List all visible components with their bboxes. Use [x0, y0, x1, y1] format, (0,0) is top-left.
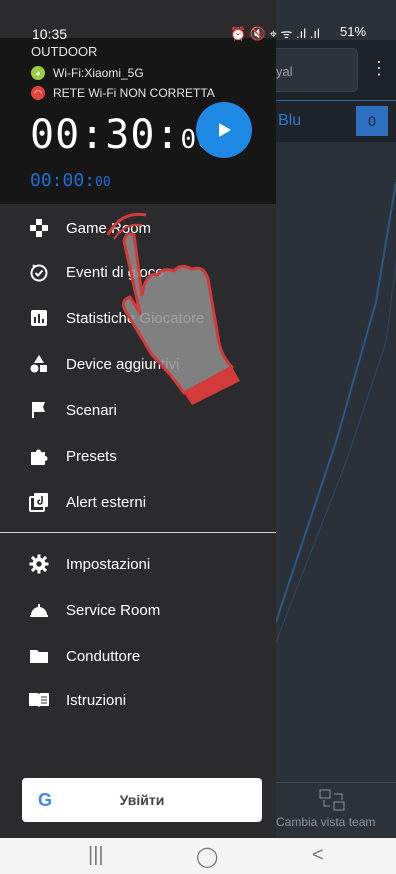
menu-label: Impostazioni — [66, 555, 151, 573]
puzzle-icon — [28, 445, 50, 467]
wifi-ok-icon: ◕ — [31, 66, 45, 80]
google-sign-in-button[interactable]: G Увійти — [22, 778, 262, 822]
elapsed-timer: 00:00:00 — [30, 170, 111, 191]
wifi-status-ok: ◕ Wi-Fi:Xiaomi_5G — [31, 66, 144, 80]
elapsed-timer-small: 00 — [95, 175, 111, 190]
team-name: Blu — [278, 112, 302, 129]
timer-check-icon — [28, 261, 50, 283]
system-navigation-bar: ||| ◯ < — [0, 838, 396, 874]
google-icon: G — [37, 789, 52, 810]
play-icon — [219, 123, 231, 137]
shapes-icon — [28, 353, 50, 375]
folder-icon — [28, 645, 50, 667]
background-field-graphic — [276, 181, 396, 643]
more-options-icon[interactable]: ⋮ — [370, 58, 388, 79]
back-button[interactable]: < — [312, 844, 324, 867]
elapsed-timer-value: 00:00: — [30, 170, 96, 191]
menu-divider — [0, 532, 276, 533]
gamepad-icon — [28, 217, 50, 239]
game-timer: 00:30:00 — [30, 112, 214, 158]
team-score: 0 — [356, 106, 388, 136]
menu-label: Presets — [66, 447, 117, 465]
wifi-warning-label: RETE Wi-Fi NON CORRETTA — [53, 86, 215, 100]
game-timer-value: 00:30: — [30, 112, 181, 158]
status-icons: ⏰ 🔇 ⌖ ᯤ .ıl .ıl — [230, 26, 320, 41]
wifi-warning-icon: ◠ — [31, 86, 45, 100]
menu-item-alert-esterni[interactable]: Alert esterni — [0, 480, 276, 524]
tap-hint-hand-icon — [106, 212, 240, 405]
switch-view-label[interactable]: Cambia vista team — [276, 815, 375, 829]
wifi-ok-label: Wi-Fi:Xiaomi_5G — [53, 66, 144, 80]
switch-view-icon[interactable] — [318, 788, 348, 812]
home-button[interactable]: ◯ — [196, 844, 218, 869]
game-mode-label: OUTDOOR — [31, 44, 98, 59]
google-sign-in-label: Увійти — [119, 792, 165, 808]
stats-icon — [28, 307, 50, 329]
recents-button[interactable]: ||| — [88, 844, 104, 867]
status-bar: 10:35 ⏰ 🔇 ⌖ ᯤ .ıl .ıl 51% — [0, 0, 396, 42]
gear-icon — [28, 553, 50, 575]
menu-item-istruzioni[interactable]: Istruzioni — [0, 678, 276, 722]
flag-icon — [28, 399, 50, 421]
menu-label: Alert esterni — [66, 493, 147, 511]
background-title-text: yal — [276, 64, 293, 79]
menu-label: Service Room — [66, 601, 161, 619]
menu-item-conduttore[interactable]: Conduttore — [0, 634, 276, 678]
battery-level: 51% — [340, 24, 367, 39]
menu-label: Conduttore — [66, 647, 141, 665]
play-button[interactable] — [196, 102, 252, 158]
status-time: 10:35 — [32, 26, 68, 42]
menu-item-presets[interactable]: Presets — [0, 434, 276, 478]
menu-item-service-room[interactable]: Service Room — [0, 588, 276, 632]
menu-item-impostazioni[interactable]: Impostazioni — [0, 542, 276, 586]
alert-icon — [28, 491, 50, 513]
menu-label: Istruzioni — [66, 691, 127, 709]
book-icon — [28, 689, 50, 711]
bell-icon — [28, 599, 50, 621]
wifi-status-warning: ◠ RETE Wi-Fi NON CORRETTA — [31, 86, 215, 100]
